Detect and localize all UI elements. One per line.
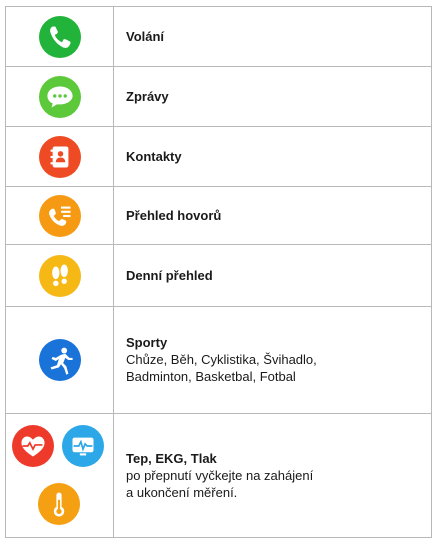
- row-title: Přehled hovorů: [126, 207, 222, 223]
- icon-group: [6, 417, 113, 535]
- running-man-icon: [38, 339, 81, 381]
- row-title: Kontakty: [126, 148, 182, 164]
- ecg-icon: [62, 424, 104, 467]
- row-description: Chůze, Běh, Cyklistika, Švihadlo,: [126, 352, 317, 367]
- icon-cell: [5, 66, 114, 127]
- contacts-book-icon: [38, 135, 81, 178]
- icon-cell: [5, 244, 114, 307]
- row-title: Sporty: [126, 335, 168, 350]
- text-cell: Volání: [113, 6, 432, 67]
- icon-cell: [5, 306, 114, 414]
- chat-bubble-icon: [38, 75, 81, 118]
- row-description: po přepnutí vyčkejte na zahájení: [126, 467, 314, 483]
- row-title: Zprávy: [126, 88, 169, 104]
- table-row: Tep, EKG, Tlak po přepnutí vyčkejte na z…: [5, 413, 432, 538]
- table-row: Denní přehled: [5, 244, 432, 307]
- text-cell: Sporty Chůze, Běh, Cyklistika, Švihadlo,…: [113, 306, 432, 414]
- icon-cell: [5, 6, 114, 67]
- row-title: Denní přehled: [126, 267, 213, 283]
- text-cell: Denní přehled: [113, 244, 432, 307]
- icon-cell: [5, 186, 114, 245]
- phone-icon: [38, 15, 81, 58]
- row-description: a ukončení měření.: [126, 484, 238, 500]
- text-cell: Tep, EKG, Tlak po přepnutí vyčkejte na z…: [113, 413, 432, 538]
- text-cell: Kontakty: [113, 126, 432, 187]
- footprints-icon: [38, 254, 81, 297]
- icon-cell: [5, 413, 114, 538]
- row-title: Tep, EKG, Tlak: [126, 450, 217, 466]
- feature-table: Volání Zprávy Kontakty Přehled hovorů De…: [5, 6, 432, 538]
- call-log-icon: [38, 194, 81, 237]
- row-description: Badminton, Basketbal, Fotbal: [126, 369, 296, 384]
- heart-rate-icon: [12, 424, 54, 467]
- thermometer-icon: [38, 482, 80, 525]
- row-title: Volání: [126, 28, 165, 44]
- table-row: Sporty Chůze, Běh, Cyklistika, Švihadlo,…: [5, 306, 432, 414]
- table-row: Volání: [5, 6, 432, 67]
- table-row: Zprávy: [5, 66, 432, 127]
- table-row: Přehled hovorů: [5, 186, 432, 245]
- table-row: Kontakty: [5, 126, 432, 187]
- text-cell: Zprávy: [113, 66, 432, 127]
- text-cell: Přehled hovorů: [113, 186, 432, 245]
- icon-cell: [5, 126, 114, 187]
